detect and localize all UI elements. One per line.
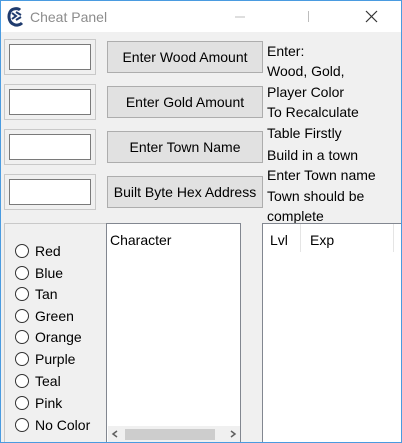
color-option-tan[interactable]: Tan xyxy=(15,284,58,304)
color-option-red[interactable]: Red xyxy=(15,241,61,261)
maximize-button[interactable] xyxy=(263,1,309,32)
byte-hex-input[interactable] xyxy=(10,180,90,204)
level-exp-listview[interactable]: Lvl Exp xyxy=(262,223,401,442)
instruction-line: Enter: xyxy=(267,43,305,59)
color-option-teal[interactable]: Teal xyxy=(15,371,61,391)
radio-button-icon[interactable] xyxy=(15,396,29,410)
title-bar[interactable]: Cheat Panel xyxy=(1,1,401,32)
color-option-orange[interactable]: Orange xyxy=(15,327,82,347)
color-option-no-color[interactable]: No Color xyxy=(15,415,90,435)
character-list[interactable]: Character xyxy=(106,223,241,442)
maximize-icon xyxy=(308,11,309,22)
wood-amount-input[interactable] xyxy=(10,45,90,69)
town-name-textbox[interactable] xyxy=(9,134,91,160)
instruction-line: Wood, Gold, xyxy=(267,63,345,80)
horizontal-scrollbar[interactable] xyxy=(108,426,240,442)
instruction-line: Enter Town name xyxy=(267,167,376,184)
instruction-line: Player Color xyxy=(267,83,345,100)
radio-button-icon[interactable] xyxy=(15,308,29,323)
wood-amount-textbox[interactable] xyxy=(9,44,91,70)
instruction-line: Table Firstly xyxy=(267,124,342,141)
scrollbar-thumb[interactable] xyxy=(125,429,215,440)
color-option-purple[interactable]: Purple xyxy=(15,349,75,369)
minimize-icon xyxy=(235,16,245,18)
color-option-label: Tan xyxy=(35,286,58,302)
character-list-header: Character xyxy=(110,232,172,248)
build-byte-hex-address-button[interactable]: Built Byte Hex Address xyxy=(107,176,263,208)
color-option-label: Green xyxy=(35,307,74,324)
radio-button-icon[interactable] xyxy=(15,418,29,432)
color-option-label: Orange xyxy=(35,329,82,345)
radio-button-icon[interactable] xyxy=(15,265,29,280)
color-option-label: Red xyxy=(35,243,61,259)
enter-gold-amount-button[interactable]: Enter Gold Amount xyxy=(107,86,263,118)
radio-button-icon[interactable] xyxy=(15,330,29,344)
color-option-blue[interactable]: Blue xyxy=(15,263,63,283)
radio-button-icon[interactable] xyxy=(15,287,29,301)
color-option-pink[interactable]: Pink xyxy=(15,393,62,413)
cheat-panel-window: Cheat Panel Enter Wood Amount Enter Gold… xyxy=(0,0,402,443)
instruction-line: Build in a town xyxy=(267,147,359,164)
close-icon xyxy=(365,10,378,23)
color-option-label: Purple xyxy=(35,351,76,367)
cheat-engine-icon[interactable] xyxy=(7,7,25,27)
color-option-label: Blue xyxy=(35,264,64,281)
enter-wood-amount-button[interactable]: Enter Wood Amount xyxy=(107,41,263,73)
scroll-left-icon[interactable] xyxy=(108,426,124,442)
color-option-label: Teal xyxy=(35,373,61,389)
enter-town-name-button[interactable]: Enter Town Name xyxy=(107,131,263,163)
column-header-exp[interactable]: Exp xyxy=(310,232,334,248)
radio-button-icon[interactable] xyxy=(15,244,29,258)
scroll-right-icon[interactable] xyxy=(224,426,240,442)
radio-button-icon[interactable] xyxy=(15,374,29,388)
window-title: Cheat Panel xyxy=(30,9,108,25)
instruction-line: To Recalculate xyxy=(267,104,359,121)
minimize-button[interactable] xyxy=(217,1,263,32)
town-name-input[interactable] xyxy=(10,135,90,159)
instruction-line: Town should be xyxy=(267,187,365,204)
instructions-label: Enter: Wood, Gold, Player Color To Recal… xyxy=(267,41,399,227)
gold-amount-textbox[interactable] xyxy=(9,89,91,115)
color-option-label: No Color xyxy=(35,417,91,433)
radio-button-icon[interactable] xyxy=(15,352,29,366)
column-header-lvl[interactable]: Lvl xyxy=(270,232,288,248)
byte-hex-textbox[interactable] xyxy=(9,179,91,205)
color-option-label: Pink xyxy=(35,395,63,411)
column-divider xyxy=(300,224,301,252)
close-button[interactable] xyxy=(349,1,395,32)
column-divider xyxy=(393,224,394,252)
player-color-group: Red Blue Tan Green Orange Purple Teal Pi… xyxy=(4,223,106,442)
color-option-green[interactable]: Green xyxy=(15,306,74,326)
gold-amount-input[interactable] xyxy=(10,90,90,114)
